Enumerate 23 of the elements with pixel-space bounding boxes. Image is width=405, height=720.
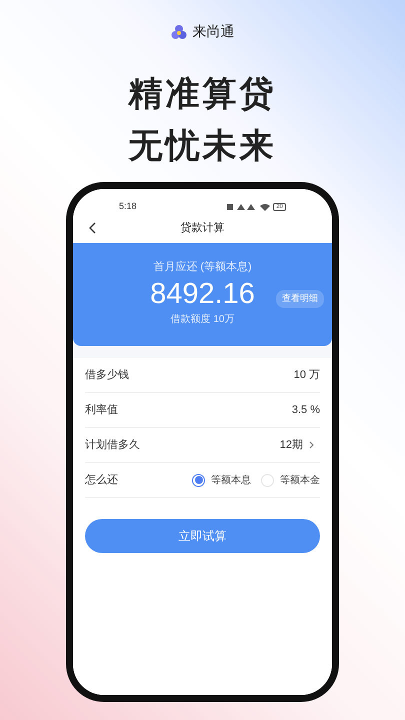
- brand-name: 来尚通: [192, 22, 234, 41]
- wifi-icon: [260, 202, 270, 210]
- logo-icon: [170, 24, 186, 40]
- radio-label: 等额本金: [280, 474, 320, 488]
- row-label: 怎么还: [85, 472, 118, 488]
- status-time: 5:18: [119, 200, 137, 213]
- signal-icon: [227, 202, 258, 210]
- headline: 无忧未来: [128, 126, 276, 166]
- loan-limit: 借款额度 10万: [170, 312, 234, 326]
- page-title: 贷款计算: [180, 220, 224, 236]
- radio-button[interactable]: [192, 474, 205, 486]
- row-label: 借多少钱: [85, 368, 129, 383]
- chevron-icon: [309, 441, 314, 449]
- row-value[interactable]: 10 万: [294, 366, 320, 384]
- row-label: 计划借多久: [85, 438, 140, 453]
- headline: 精准算贷: [128, 74, 276, 114]
- back-icon[interactable]: [89, 222, 96, 234]
- row-value[interactable]: 12期: [280, 436, 303, 454]
- summary-label: 首月应还 (等额本息): [153, 260, 252, 275]
- row-value[interactable]: 3.5 %: [292, 402, 320, 418]
- monthly-amount: 8492.16: [150, 276, 255, 312]
- row-label: 利率值: [85, 402, 118, 418]
- radio-label: 等额本息: [211, 474, 251, 488]
